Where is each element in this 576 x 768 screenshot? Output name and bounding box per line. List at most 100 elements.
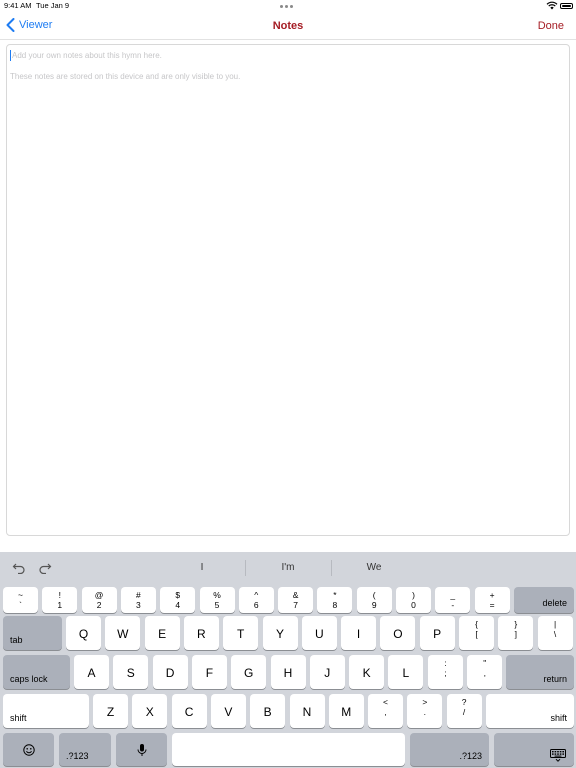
number-key[interactable]: @2 xyxy=(81,587,117,613)
symbol-key[interactable]: }] xyxy=(498,616,534,650)
key-letter: Q xyxy=(78,627,89,641)
symbol-key[interactable]: | \ xyxy=(537,616,573,650)
number-key[interactable]: * 8 xyxy=(317,587,353,613)
symbol-key[interactable]: ? / xyxy=(446,694,482,728)
number-key[interactable]: + = xyxy=(474,587,510,613)
key-symbol: , xyxy=(384,707,387,717)
letter-key[interactable]: G xyxy=(231,655,267,689)
letter-key[interactable]: M xyxy=(328,694,364,728)
key-symbol: + xyxy=(489,590,495,600)
tab-key[interactable]: tab xyxy=(3,616,62,650)
key-symbol: [ xyxy=(475,629,478,639)
suggestion-2[interactable]: I'm xyxy=(245,562,331,573)
letter-key[interactable]: H xyxy=(270,655,306,689)
redo-icon[interactable] xyxy=(38,560,52,574)
number-key[interactable]: & 7 xyxy=(278,587,314,613)
letter-key[interactable]: A xyxy=(74,655,109,689)
letter-key[interactable]: S xyxy=(113,655,149,689)
letter-key[interactable]: X xyxy=(132,694,168,728)
shift-left-key[interactable]: shift xyxy=(3,694,89,728)
shift-right-key[interactable]: shift xyxy=(486,694,574,728)
key-symbol: 0 xyxy=(411,600,416,610)
delete-key[interactable]: delete xyxy=(514,587,574,613)
key-letter: X xyxy=(145,705,154,719)
key-symbol: | xyxy=(553,619,557,629)
key-letter: G xyxy=(244,666,254,680)
text-cursor xyxy=(10,50,11,61)
letter-key[interactable]: O xyxy=(380,616,416,650)
dictation-key[interactable] xyxy=(116,733,167,766)
letter-key[interactable]: V xyxy=(210,694,246,728)
key-symbol: / xyxy=(462,707,466,717)
letter-key[interactable]: D xyxy=(152,655,188,689)
numbers-key-right[interactable]: .?123 xyxy=(410,733,489,766)
status-date: Tue Jan 9 xyxy=(36,1,70,10)
key-letter: F xyxy=(205,666,214,680)
key-letter: Z xyxy=(106,705,115,719)
number-key[interactable]: $4 xyxy=(160,587,196,613)
emoji-key[interactable] xyxy=(3,733,54,766)
key-letter: S xyxy=(126,666,135,680)
letter-key[interactable]: U xyxy=(301,616,337,650)
key-letter: J xyxy=(324,666,331,680)
key-symbol: ) xyxy=(412,590,415,600)
letter-key[interactable]: N xyxy=(289,694,325,728)
number-key[interactable]: % 5 xyxy=(199,587,235,613)
done-button[interactable]: Done xyxy=(538,20,564,32)
letter-key[interactable]: P xyxy=(419,616,455,650)
symbol-key[interactable]: ", xyxy=(467,655,503,689)
suggestion-bar: I I'm We xyxy=(0,552,576,584)
key-symbol: - xyxy=(451,600,455,610)
letter-key[interactable]: Y xyxy=(262,616,298,650)
hide-keyboard-key[interactable] xyxy=(494,733,574,766)
numbers-key-left[interactable]: .?123 xyxy=(59,733,111,766)
letter-key[interactable]: T xyxy=(223,616,259,650)
notes-placeholder-line1: Add your own notes about this hymn here. xyxy=(12,51,162,60)
letter-key[interactable]: Z xyxy=(93,694,128,728)
key-symbol: . xyxy=(423,707,426,717)
onscreen-keyboard: I I'm We ~ `! 1 @2 #3 $4% 5 ^ 6 & 7 * 8(9) 0 _ - + = delet… xyxy=(0,552,576,768)
number-key[interactable]: #3 xyxy=(120,587,156,613)
key-symbol: 9 xyxy=(371,600,377,610)
caps-lock-key[interactable]: caps lock xyxy=(3,655,70,689)
symbol-key[interactable]: :; xyxy=(428,655,463,689)
symbol-key[interactable]: >. xyxy=(407,694,443,728)
symbol-key[interactable]: <, xyxy=(368,694,403,728)
number-key[interactable]: ) 0 xyxy=(396,587,431,613)
number-key[interactable]: ^ 6 xyxy=(238,587,274,613)
letter-key[interactable]: C xyxy=(171,694,207,728)
battery-icon xyxy=(560,3,573,9)
key-symbol: 1 xyxy=(57,600,63,610)
letter-key[interactable]: L xyxy=(388,655,424,689)
letter-key[interactable]: E xyxy=(144,616,180,650)
emoji-icon xyxy=(22,743,35,756)
key-symbol: ; xyxy=(444,668,447,678)
letter-key[interactable]: I xyxy=(341,616,377,650)
symbol-key[interactable]: {[ xyxy=(459,616,494,650)
letter-key[interactable]: Q xyxy=(66,616,101,650)
letter-key[interactable]: B xyxy=(250,694,286,728)
suggestion-1[interactable]: I xyxy=(159,562,245,573)
key-symbol: " xyxy=(483,658,487,668)
letter-key[interactable]: K xyxy=(349,655,385,689)
key-letter: L xyxy=(402,666,410,680)
key-symbol: ~ xyxy=(18,590,23,600)
undo-icon[interactable] xyxy=(12,560,26,574)
suggestion-3[interactable]: We xyxy=(331,562,417,573)
letter-key[interactable]: J xyxy=(309,655,345,689)
number-key[interactable]: ! 1 xyxy=(42,587,78,613)
key-symbol: 7 xyxy=(293,600,298,610)
space-bar[interactable] xyxy=(172,733,405,766)
status-bar: 9:41 AM Tue Jan 9 xyxy=(0,0,576,12)
letter-key[interactable]: F xyxy=(191,655,227,689)
letter-key[interactable]: W xyxy=(105,616,141,650)
letter-key[interactable]: R xyxy=(183,616,219,650)
notes-text-area[interactable]: Add your own notes about this hymn here.… xyxy=(6,44,570,536)
number-key[interactable]: ~ ` xyxy=(3,587,38,613)
number-key[interactable]: (9 xyxy=(356,587,392,613)
multitasking-dots-icon[interactable] xyxy=(280,5,296,9)
key-letter: W xyxy=(117,627,129,641)
return-key[interactable]: return xyxy=(506,655,574,689)
key-letter: Y xyxy=(275,627,284,641)
number-key[interactable]: _ - xyxy=(435,587,471,613)
